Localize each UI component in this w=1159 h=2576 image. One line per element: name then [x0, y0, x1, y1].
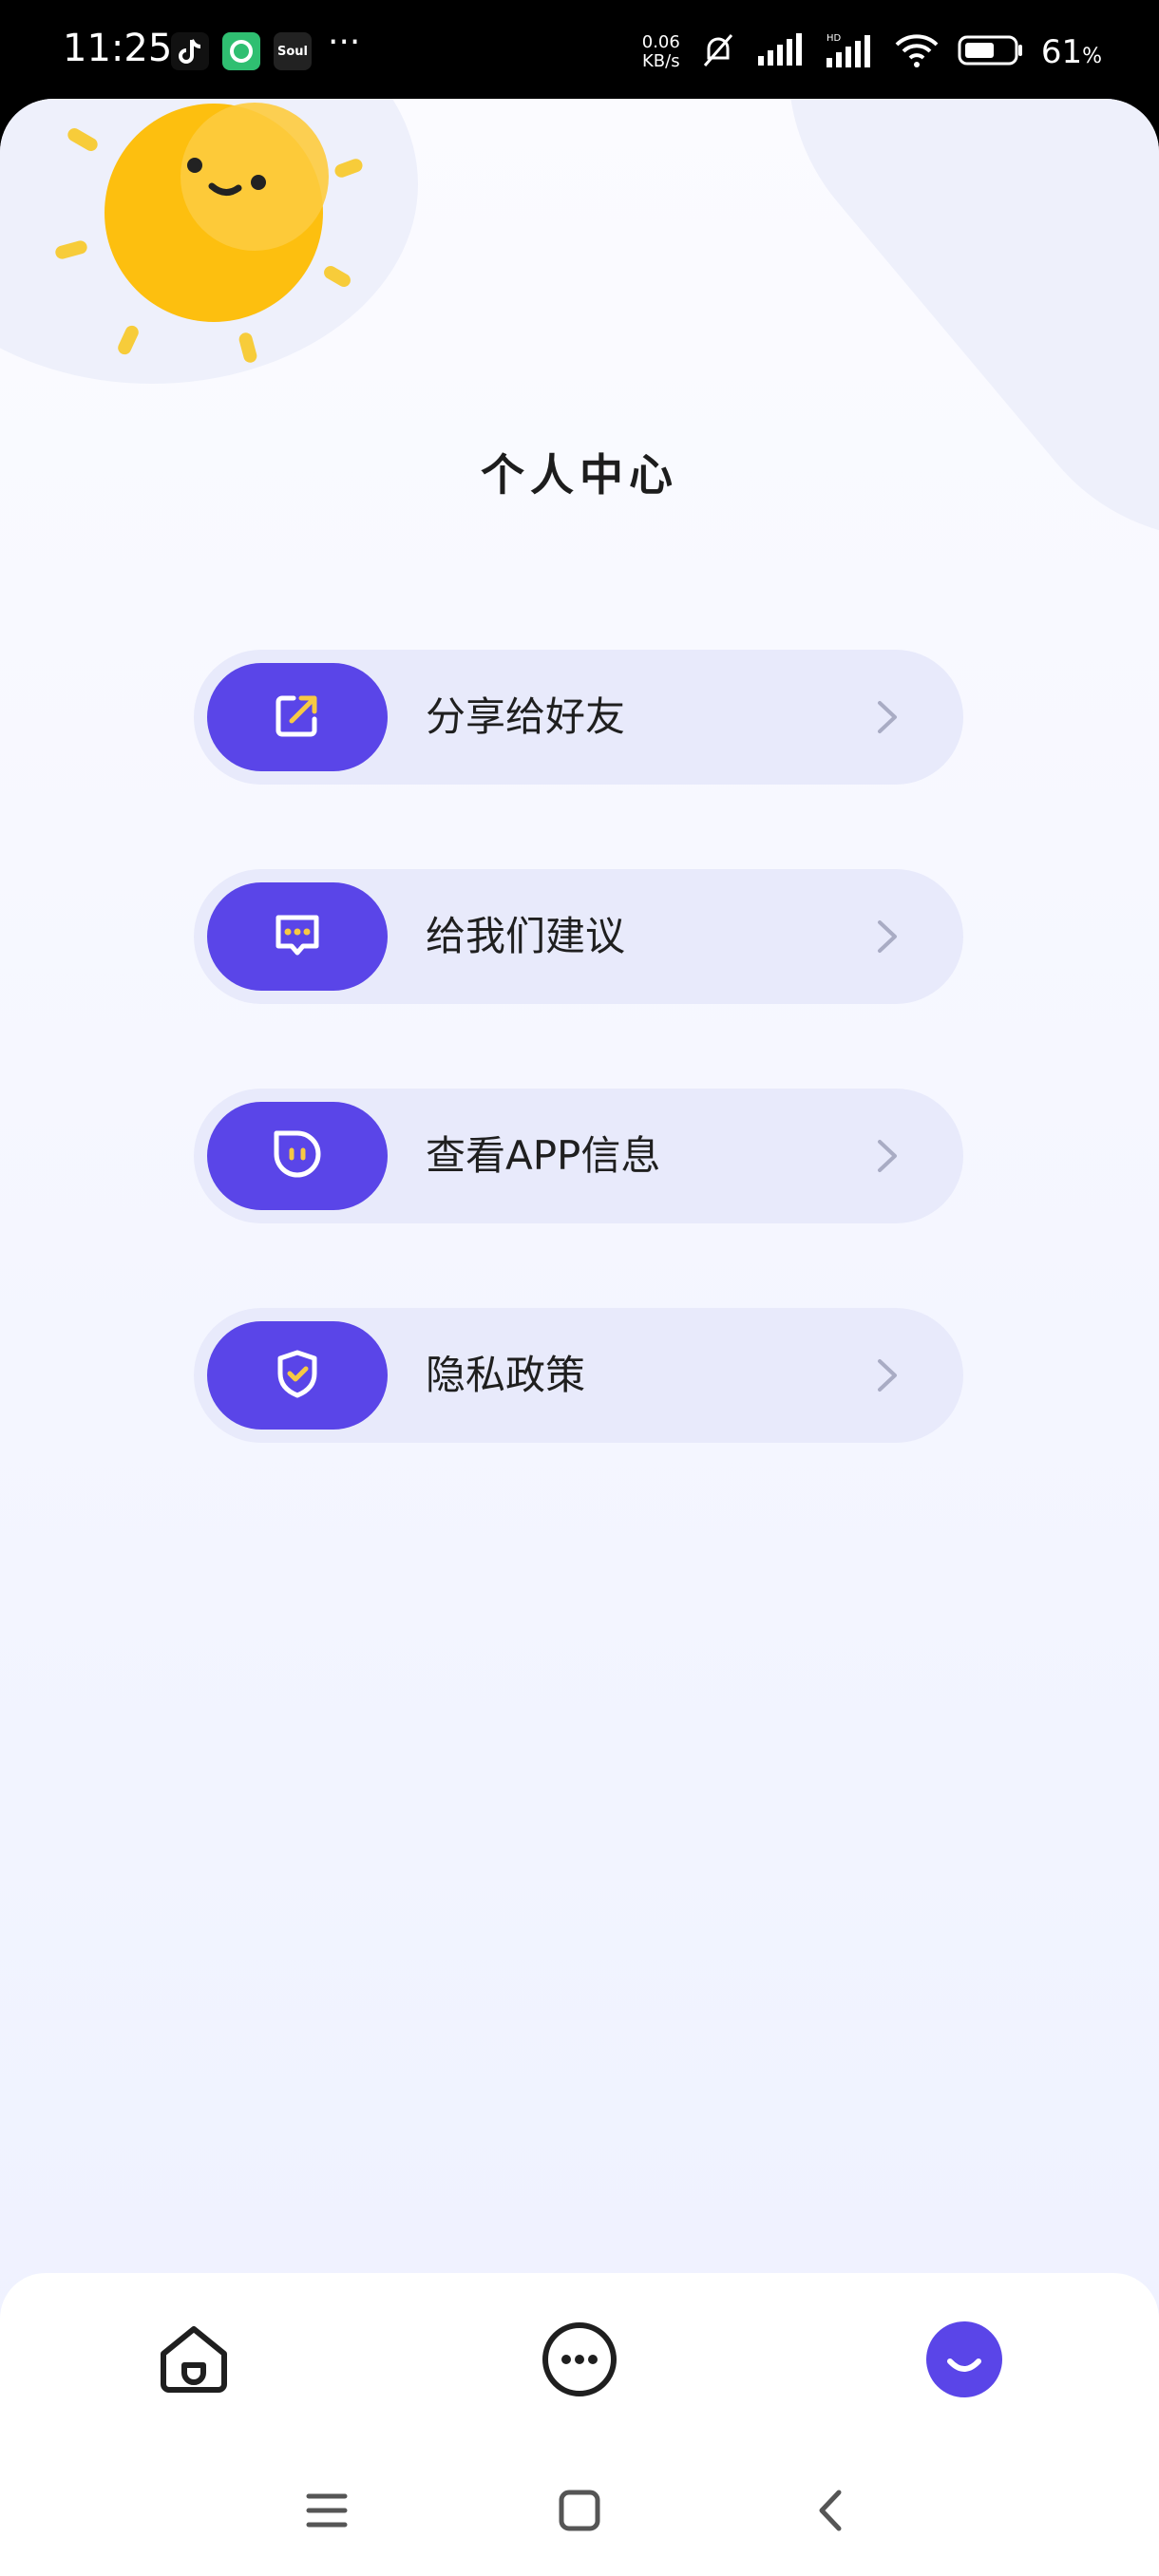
home-square-icon [558, 2489, 601, 2536]
profile-screen: 个人中心 分享给好友 给我们建议 查看APP信息 隐私政策 [0, 99, 1159, 2576]
system-back-button[interactable] [804, 2484, 861, 2541]
battery-percent-suffix: % [1082, 45, 1102, 68]
menu-item-label: 查看APP信息 [426, 1132, 661, 1179]
tiktok-icon [171, 32, 209, 70]
chevron-right-icon [874, 697, 901, 741]
status-time: 11:25 [63, 27, 173, 70]
wifi-icon [893, 31, 940, 73]
status-bar: 11:25 Soul ··· 0.06 KB/s HD 61% [0, 0, 1159, 99]
home-icon [154, 2320, 234, 2403]
signal-icon [756, 33, 808, 71]
menu-item-privacy[interactable]: 隐私政策 [194, 1308, 963, 1443]
menu-item-share[interactable]: 分享给好友 [194, 650, 963, 785]
signal-hd-icon: HD [825, 31, 876, 73]
bottom-nav [0, 2273, 1159, 2576]
menu-item-label: 隐私政策 [426, 1352, 586, 1398]
menu-icon-pill [207, 882, 388, 991]
battery-percent: 61% [1041, 33, 1102, 71]
mute-bell-icon [697, 29, 739, 75]
menu-item-label: 分享给好友 [426, 693, 626, 740]
system-menu-button[interactable] [298, 2484, 355, 2541]
menu-icon [305, 2489, 349, 2536]
network-speed-value: 0.06 [641, 32, 680, 52]
page-title: 个人中心 [481, 449, 678, 501]
network-speed: 0.06 KB/s [642, 33, 680, 71]
chat-icon [540, 2320, 619, 2403]
menu-icon-pill [207, 1321, 388, 1430]
chevron-right-icon [874, 1355, 901, 1399]
svg-text:HD: HD [826, 33, 842, 44]
menu-item-label: 给我们建议 [426, 913, 626, 959]
privacy-shield-icon [271, 1347, 324, 1404]
status-right-group: 0.06 KB/s HD 61% [642, 28, 1102, 76]
soul-icon: Soul [274, 32, 312, 70]
app-info-icon [271, 1127, 324, 1184]
sun-mascot-icon [38, 99, 380, 388]
battery-percent-value: 61 [1040, 33, 1083, 71]
more-notifications-indicator: ··· [328, 23, 361, 62]
feedback-icon [271, 908, 324, 965]
green-app-icon [222, 32, 260, 70]
profile-smile-icon [924, 2320, 1004, 2403]
nav-home-button[interactable] [151, 2319, 237, 2404]
menu-icon-pill [207, 663, 388, 771]
battery-icon [958, 33, 1024, 71]
chevron-right-icon [874, 917, 901, 960]
menu-item-app-info[interactable]: 查看APP信息 [194, 1089, 963, 1223]
menu-icon-pill [207, 1102, 388, 1210]
soul-label: Soul [276, 44, 308, 59]
back-icon [810, 2489, 854, 2536]
system-home-button[interactable] [551, 2484, 608, 2541]
share-icon [271, 689, 324, 746]
chevron-right-icon [874, 1136, 901, 1180]
background-decoration-right [703, 99, 1159, 624]
nav-profile-button[interactable] [922, 2319, 1007, 2404]
nav-chat-button[interactable] [537, 2319, 622, 2404]
menu-item-feedback[interactable]: 给我们建议 [194, 869, 963, 1004]
network-speed-unit: KB/s [641, 51, 680, 71]
